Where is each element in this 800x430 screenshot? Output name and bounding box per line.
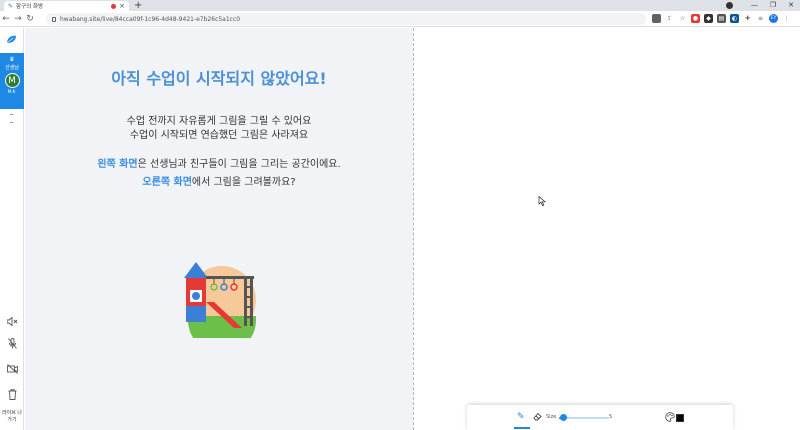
browser-tab-bar: ✎ 함구의 화방 × + — ❐ ✕ [0, 0, 800, 11]
explanation: 왼쪽 화면은 선생님과 친구들이 그림을 그리는 공간이에요. 오른쪽 화면에서… [25, 156, 413, 192]
back-icon[interactable]: ← [0, 11, 12, 27]
left-screen-text: 은 선생님과 친구들이 그림을 그리는 공간이에요. [137, 159, 341, 170]
speaker-mute-icon[interactable] [6, 315, 18, 327]
extension-red-icon[interactable]: ● [691, 14, 700, 23]
leaf-favicon-icon: ✎ [8, 2, 14, 10]
star-icon[interactable]: ☆ [678, 14, 687, 23]
trash-icon[interactable] [6, 388, 18, 400]
extension-blue-icon[interactable]: ◐ [730, 14, 739, 23]
user-initials: MK [7, 90, 17, 95]
description-line: 수업 전까지 자유롭게 그림을 그릴 수 있어요 [126, 116, 312, 127]
extension-row: ⇪ ☆ ● ◆ ▤ ◐ ✚ ≡ EY ⋮ [652, 14, 791, 23]
right-screen-text: 에서 그림을 그려볼까요? [191, 177, 296, 188]
drawing-toolbar: ✎ Size 5 [467, 405, 733, 430]
brush-color-swatch[interactable] [676, 414, 684, 422]
reload-icon[interactable]: ↻ [24, 11, 36, 27]
exit-live-button[interactable]: 라이브 나가기 [0, 410, 24, 424]
new-tab-button[interactable]: + [134, 0, 142, 11]
explanation-right: 오른쪽 화면에서 그림을 그려볼까요? [25, 174, 413, 192]
restore-icon[interactable]: ❐ [770, 0, 776, 11]
crown-icon: ♛ [9, 56, 15, 63]
lock-icon [52, 16, 56, 22]
brush-size-slider[interactable] [559, 414, 609, 421]
browser-tab[interactable]: ✎ 함구의 화방 × [4, 1, 129, 11]
camera-icon[interactable] [652, 14, 661, 23]
shared-canvas-area: 아직 수업이 시작되지 않았어요! 수업 전까지 자유롭게 그림을 그릴 수 있… [25, 28, 413, 430]
eraser-icon[interactable] [533, 412, 543, 422]
pencil-icon[interactable]: ✎ [517, 412, 527, 422]
slider-thumb[interactable] [560, 414, 567, 421]
close-window-icon[interactable]: ✕ [788, 0, 794, 11]
tab-title: 함구의 화방 [16, 4, 44, 10]
tab-close-icon[interactable]: × [119, 2, 125, 10]
description: 수업 전까지 자유롭게 그림을 그릴 수 있어요 수업이 시작되면 연습했던 그… [25, 115, 413, 143]
profile-avatar[interactable]: EY [769, 14, 778, 23]
forward-icon[interactable]: → [12, 11, 24, 27]
divider [10, 114, 13, 115]
palette-icon[interactable] [665, 412, 675, 422]
browser-toolbar: ← → ↻ hwabang.site/live/84cca09f-1c96-4d… [0, 11, 800, 27]
address-bar[interactable]: hwabang.site/live/84cca09f-1c96-4d48-942… [46, 13, 646, 25]
more-menu-icon[interactable]: ⋮ [782, 14, 791, 23]
description-line: 수업이 시작되면 연습했던 그림은 사라져요 [129, 130, 309, 141]
mic-off-icon[interactable] [6, 337, 18, 349]
window-controls: — ❐ ✕ [725, 0, 794, 11]
url-text: hwabang.site/live/84cca09f-1c96-4d48-942… [60, 15, 241, 23]
extension-dark-icon[interactable]: ◆ [704, 14, 713, 23]
left-screen-highlight: 왼쪽 화면 [97, 159, 138, 170]
sidebar: ♛ 선생님 M MK 라이브 나가기 [0, 28, 24, 430]
leaf-logo-icon [6, 35, 16, 44]
size-value: 5 [609, 414, 613, 420]
extension-gray-icon[interactable]: ▤ [717, 14, 726, 23]
menu-lines-icon[interactable]: ≡ [756, 14, 765, 23]
playground-illustration [184, 262, 256, 338]
mouse-cursor-icon [538, 196, 546, 206]
divider [10, 122, 13, 123]
recording-indicator-icon [111, 3, 117, 9]
avatar[interactable]: M [4, 73, 20, 88]
minimize-icon[interactable]: — [751, 0, 758, 11]
teacher-label: 선생님 [5, 65, 19, 71]
active-tool-indicator [514, 427, 530, 429]
right-screen-highlight: 오른쪽 화면 [142, 177, 192, 188]
puzzle-icon[interactable]: ✚ [743, 14, 752, 23]
size-label: Size [546, 414, 557, 420]
camera-off-icon[interactable] [6, 363, 18, 375]
explanation-left: 왼쪽 화면은 선생님과 친구들이 그림을 그리는 공간이에요. [25, 156, 413, 174]
practice-canvas[interactable] [414, 28, 800, 430]
teacher-profile: ♛ 선생님 M MK [0, 53, 24, 109]
page-title: 아직 수업이 시작되지 않았어요! [111, 69, 327, 88]
share-icon[interactable]: ⇪ [665, 14, 674, 23]
profile-dot-icon[interactable] [725, 2, 733, 9]
